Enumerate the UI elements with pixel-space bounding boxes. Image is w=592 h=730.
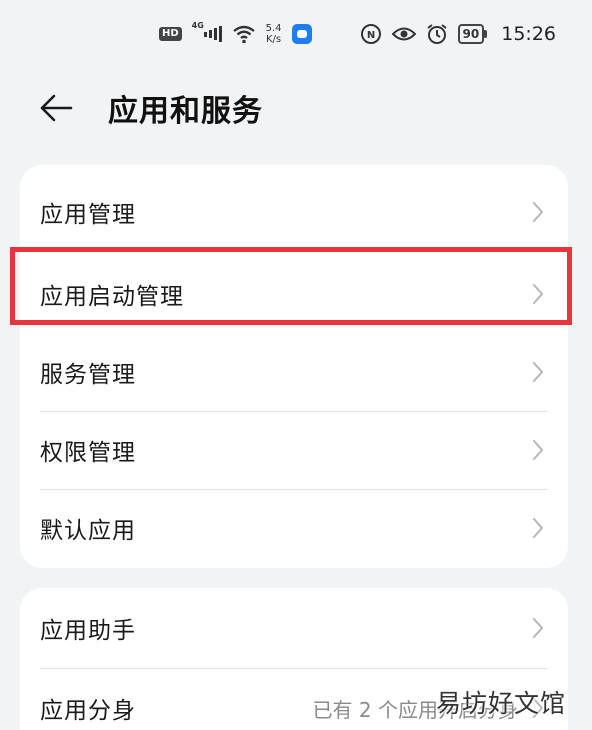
eye-comfort-icon: [391, 25, 416, 43]
back-arrow-icon[interactable]: [38, 90, 74, 126]
menu-item-label: 默认应用: [40, 518, 136, 544]
page-header: 应用和服务: [38, 80, 263, 136]
chevron-right-icon: [532, 361, 546, 383]
chevron-right-icon: [532, 617, 546, 639]
network-speed: 5.4 K/s: [266, 23, 282, 45]
chevron-right-icon: [532, 201, 546, 223]
chevron-right-icon: [532, 439, 546, 461]
network-speed-unit: K/s: [266, 34, 282, 45]
menu-item-permission-management[interactable]: 权限管理: [20, 411, 568, 489]
menu-item-app-management[interactable]: 应用管理: [20, 165, 568, 255]
menu-item-label: 权限管理: [40, 440, 136, 466]
menu-item-label: 应用启动管理: [40, 284, 184, 310]
settings-card-main: 应用管理 应用启动管理 服务管理 权限管理 默认应用: [20, 165, 568, 568]
chevron-right-icon: [532, 517, 546, 539]
wifi-icon: [232, 24, 256, 44]
battery-icon: 90: [457, 24, 488, 44]
battery-level: 90: [457, 24, 485, 44]
network-speed-value: 5.4: [265, 23, 282, 34]
network-type-label: 4G: [191, 21, 204, 30]
menu-item-app-assistant[interactable]: 应用助手: [20, 588, 568, 668]
menu-item-label: 应用助手: [40, 618, 136, 644]
status-bar: HD 4G 5.4 K/s N 90 15:26: [158, 18, 556, 50]
menu-item-label: 服务管理: [40, 362, 136, 388]
hd-voice-icon: HD: [158, 27, 182, 41]
nfc-icon: N: [360, 23, 382, 45]
watermark: 易坊好文馆: [435, 689, 566, 718]
app-notification-icon: [291, 24, 312, 44]
cellular-signal-icon: 4G: [192, 21, 222, 43]
chevron-right-icon: [532, 283, 546, 305]
menu-item-label: 应用管理: [40, 202, 136, 228]
page-title: 应用和服务: [108, 94, 263, 129]
alarm-icon: [426, 23, 448, 45]
svg-text:N: N: [366, 30, 374, 41]
menu-item-app-launch-management[interactable]: 应用启动管理: [20, 255, 568, 333]
menu-item-label: 应用分身: [40, 698, 136, 724]
menu-item-service-management[interactable]: 服务管理: [20, 333, 568, 411]
menu-item-default-apps[interactable]: 默认应用: [20, 489, 568, 567]
clock: 15:26: [501, 23, 556, 45]
